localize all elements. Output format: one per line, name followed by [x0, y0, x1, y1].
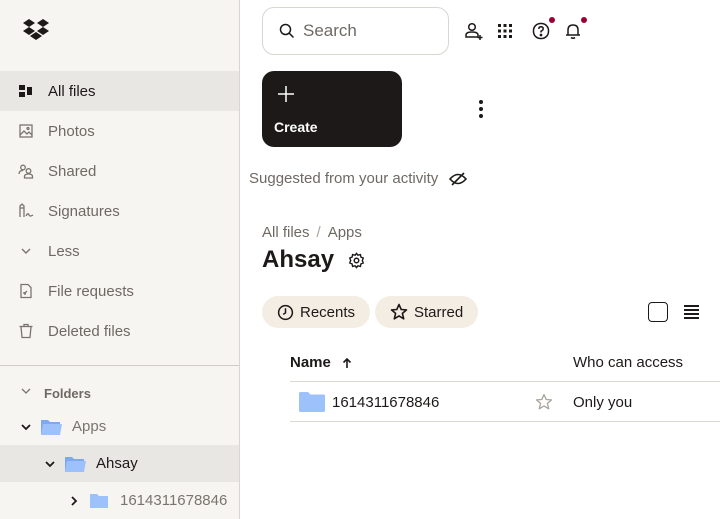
- sort-arrow-up-icon: [342, 357, 351, 368]
- search-input[interactable]: [303, 21, 423, 41]
- list-line: [684, 309, 699, 311]
- bell-icon: [566, 24, 580, 39]
- notifications-badge-dot: [581, 17, 587, 23]
- page-title: Ahsay: [262, 246, 335, 273]
- suggested-label: Suggested from your activity: [249, 170, 439, 187]
- eye-hidden-icon[interactable]: [448, 171, 468, 187]
- sidebar-item-deleted-files[interactable]: Deleted files: [0, 311, 239, 351]
- starred-chip[interactable]: Starred: [375, 296, 479, 328]
- tree-item-ahsay[interactable]: Ahsay: [0, 445, 239, 482]
- add-member-button[interactable]: [463, 20, 485, 42]
- apps-grid-button[interactable]: [494, 20, 516, 42]
- breadcrumb-item-apps[interactable]: Apps: [328, 224, 362, 241]
- sidebar: All files Photos Shared Signatures Less: [0, 0, 240, 519]
- row-name[interactable]: 1614311678846: [332, 394, 439, 411]
- tree-item-label: Apps: [72, 418, 107, 435]
- list-view-toggle[interactable]: [684, 305, 699, 319]
- row-access: Only you: [573, 394, 633, 411]
- sidebar-item-all-files[interactable]: All files: [0, 71, 239, 111]
- sidebar-item-label: Signatures: [48, 202, 120, 220]
- sidebar-divider: [0, 365, 239, 366]
- list-line: [684, 305, 699, 307]
- settings-gear-icon[interactable]: [348, 251, 365, 269]
- suggested-section: Suggested from your activity: [249, 170, 468, 187]
- help-button[interactable]: [530, 17, 555, 42]
- help-icon: [532, 22, 550, 40]
- chevron-down-icon: [18, 243, 34, 259]
- list-line: [684, 317, 699, 319]
- sidebar-item-signatures[interactable]: Signatures: [0, 191, 239, 231]
- search-box[interactable]: [262, 7, 449, 55]
- tree-item-label: Ahsay: [96, 455, 138, 472]
- recents-label: Recents: [300, 303, 356, 321]
- plus-icon: [278, 86, 294, 102]
- sidebar-nav: All files Photos Shared Signatures Less: [0, 71, 239, 351]
- all-files-icon: [18, 83, 34, 99]
- chevron-down-icon[interactable]: [44, 458, 56, 470]
- more-dot: [479, 107, 483, 111]
- create-button[interactable]: Create: [262, 71, 402, 147]
- sidebar-item-less[interactable]: Less: [0, 231, 239, 271]
- sidebar-item-label: Shared: [48, 162, 97, 180]
- more-dot: [479, 100, 483, 104]
- folder-icon: [299, 392, 325, 412]
- search-icon: [279, 23, 295, 39]
- clock-icon: [277, 304, 294, 320]
- tree-item-apps[interactable]: Apps: [0, 408, 239, 445]
- sidebar-item-label: All files: [48, 82, 96, 100]
- more-dot: [479, 114, 483, 118]
- folders-header[interactable]: Folders: [0, 378, 239, 408]
- dropbox-logo-icon[interactable]: [22, 18, 50, 42]
- column-header-access[interactable]: Who can access: [573, 354, 683, 371]
- signatures-icon: [18, 203, 34, 219]
- shared-icon: [18, 163, 34, 179]
- notifications-button[interactable]: [562, 17, 587, 42]
- help-badge-dot: [549, 17, 555, 23]
- file-request-icon: [18, 283, 34, 299]
- table-header: Name Who can access: [290, 342, 720, 382]
- photos-icon: [18, 123, 34, 139]
- chevron-down-icon: [20, 384, 32, 402]
- more-options-button[interactable]: [472, 97, 490, 121]
- table-row[interactable]: 1614311678846 Only you: [290, 382, 720, 422]
- list-line: [684, 313, 699, 315]
- star-icon: [390, 303, 408, 320]
- folders-tree: Folders Apps Ahsay 1614311678846: [0, 378, 239, 519]
- star-outline-icon[interactable]: [535, 393, 553, 411]
- chevron-right-icon[interactable]: [68, 495, 80, 507]
- trash-icon: [18, 323, 34, 339]
- page-title-row: Ahsay: [262, 246, 365, 274]
- folder-open-icon: [40, 418, 62, 436]
- create-label: Create: [274, 119, 318, 135]
- grid-view-toggle[interactable]: [648, 302, 668, 322]
- sidebar-item-shared[interactable]: Shared: [0, 151, 239, 191]
- column-header-name[interactable]: Name: [290, 354, 353, 371]
- breadcrumb-item-all-files[interactable]: All files: [262, 224, 310, 241]
- sidebar-item-photos[interactable]: Photos: [0, 111, 239, 151]
- tree-item-1614311678846[interactable]: 1614311678846: [0, 482, 239, 519]
- chevron-down-icon[interactable]: [20, 421, 32, 433]
- folder-icon: [88, 492, 110, 510]
- breadcrumb-separator: /: [316, 224, 321, 241]
- sidebar-item-label: Photos: [48, 122, 95, 140]
- breadcrumb: All files / Apps: [262, 224, 362, 241]
- sidebar-item-label: Less: [48, 242, 80, 260]
- folder-open-icon: [64, 455, 86, 473]
- column-name-label: Name: [290, 354, 331, 371]
- tree-item-label: 1614311678846: [120, 492, 228, 509]
- add-member-icon: [465, 22, 483, 40]
- recents-chip[interactable]: Recents: [262, 296, 371, 328]
- apps-grid-icon: [498, 24, 512, 38]
- sidebar-item-label: File requests: [48, 282, 134, 300]
- sidebar-item-label: Deleted files: [48, 322, 131, 340]
- folders-header-label: Folders: [44, 385, 91, 401]
- sidebar-item-file-requests[interactable]: File requests: [0, 271, 239, 311]
- starred-label: Starred: [414, 303, 464, 321]
